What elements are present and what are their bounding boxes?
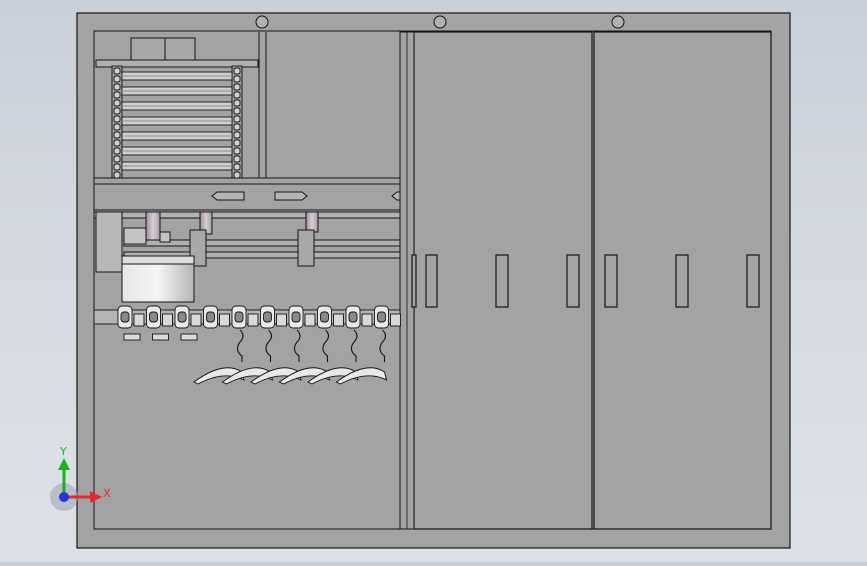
chain-link: [233, 163, 241, 171]
door-handle-icon: [411, 254, 417, 308]
conveyor-link-hole: [120, 311, 130, 323]
conveyor-link-hole: [377, 311, 386, 323]
lifting-eye-icon: [433, 15, 447, 29]
drum-body: [121, 261, 195, 303]
conveyor-link-hole: [206, 311, 215, 323]
conveyor-spacer: [219, 313, 230, 327]
door-handle-icon: [495, 254, 509, 308]
conveyor-spacer: [133, 313, 145, 327]
conveyor-spacer: [304, 313, 316, 327]
chain-link: [113, 123, 121, 131]
base-block: [152, 333, 169, 341]
door-leaves: [413, 31, 772, 530]
conveyor-spacer: [390, 313, 401, 327]
chain-link: [113, 115, 121, 123]
conveyor-link-hole: [320, 311, 329, 323]
chain-link: [233, 123, 241, 131]
cad-viewport[interactable]: Y X: [0, 0, 867, 562]
door-handle-icon: [425, 254, 438, 308]
chain-link: [113, 107, 121, 115]
conveyor-spacer: [361, 313, 373, 327]
chain-link: [113, 99, 121, 107]
pink-post: [305, 211, 319, 233]
chain-link: [113, 75, 121, 83]
lifting-eye-icon: [255, 15, 269, 29]
chain-link: [233, 115, 241, 123]
chain-link: [113, 131, 121, 139]
conveyor-spacer: [190, 313, 202, 327]
chain-link: [233, 139, 241, 147]
chain-link: [233, 99, 241, 107]
chain-link: [113, 155, 121, 163]
z-axis-icon: [59, 492, 69, 502]
base-block: [180, 333, 198, 341]
drum-cap: [121, 255, 195, 265]
conveyor-link-hole: [291, 311, 301, 323]
crossbeam: [93, 177, 401, 211]
pink-post: [145, 211, 161, 241]
cabinet-drawing: Y X: [50, 12, 791, 549]
chain-link: [233, 155, 241, 163]
chain-link: [113, 67, 121, 75]
beam-slot: [274, 191, 308, 201]
chain-link: [113, 163, 121, 171]
clamp: [159, 231, 171, 243]
chain-link: [113, 171, 121, 179]
chain-link: [233, 171, 241, 179]
left-bracket: [95, 211, 123, 273]
rack-slats: [121, 71, 233, 171]
conveyor-link-hole: [263, 311, 272, 323]
chain-link: [113, 91, 121, 99]
base-block: [123, 333, 141, 341]
chain-link: [233, 147, 241, 155]
chain-link: [233, 91, 241, 99]
chain-link: [113, 147, 121, 155]
conveyor-link-hole: [149, 311, 158, 323]
chain-link: [233, 83, 241, 91]
door-handle-icon: [746, 254, 760, 308]
clamp: [123, 227, 147, 245]
conveyor-spacer: [333, 313, 344, 327]
chain-link: [113, 83, 121, 91]
chain-link: [233, 67, 241, 75]
conveyor-link-hole: [234, 311, 244, 323]
door-handle-icon: [604, 254, 618, 308]
chain-link: [233, 131, 241, 139]
beam-slot: [211, 191, 245, 201]
conveyor-link-hole: [348, 311, 358, 323]
lifting-eye-icon: [611, 15, 625, 29]
chain-link: [233, 107, 241, 115]
carriage: [297, 229, 315, 267]
axis-label-x: X: [103, 487, 111, 500]
axis-label-y: Y: [59, 445, 67, 458]
chain-link: [233, 75, 241, 83]
conveyor-spacer: [276, 313, 287, 327]
conveyor-link-hole: [177, 311, 187, 323]
conveyor-spacer: [247, 313, 259, 327]
door-handle-icon: [566, 254, 580, 308]
top-block: [130, 37, 196, 61]
chain-link: [113, 139, 121, 147]
conveyor-spacer: [162, 313, 173, 327]
door-handle-icon: [675, 254, 689, 308]
